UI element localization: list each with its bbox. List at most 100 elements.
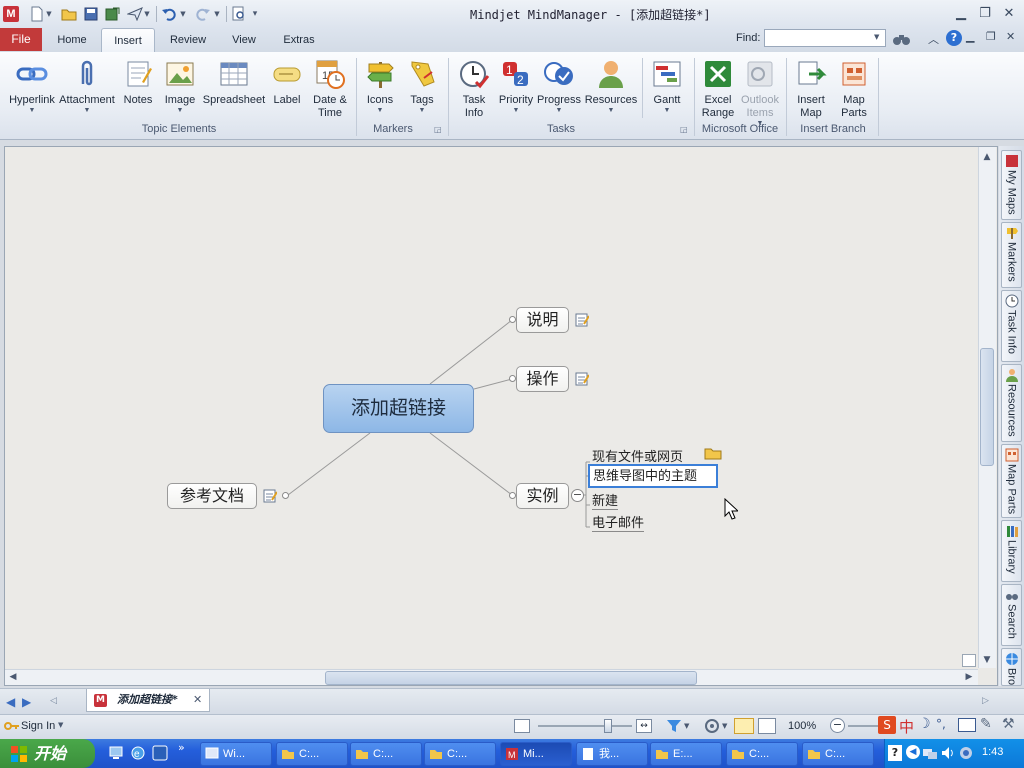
topic-caozuo[interactable]: 操作 bbox=[516, 366, 569, 392]
topic-shili[interactable]: 实例 bbox=[516, 483, 569, 509]
next-doc-arrow-icon[interactable]: ▶ bbox=[22, 695, 31, 709]
save-icon[interactable] bbox=[82, 5, 100, 23]
subtopic-new[interactable]: 新建 bbox=[592, 490, 619, 510]
excel-range-button[interactable]: Excel Range bbox=[698, 56, 738, 126]
zoom-bar[interactable] bbox=[848, 725, 878, 727]
gantt-button[interactable]: Gantt ▼ bbox=[646, 56, 688, 126]
taskbar-button-2[interactable]: C:... bbox=[276, 742, 348, 766]
zoom-slider-handle[interactable] bbox=[604, 719, 612, 733]
ime-keyboard-icon[interactable] bbox=[958, 718, 976, 732]
quicklaunch-computer-icon[interactable] bbox=[108, 745, 124, 761]
zoom-track[interactable] bbox=[538, 725, 632, 727]
filter-icon[interactable] bbox=[666, 718, 682, 734]
scroll-up-arrow-icon[interactable]: ▲ bbox=[980, 150, 994, 164]
zoom-out-button[interactable]: − bbox=[830, 718, 845, 733]
topic-cankao-wendang[interactable]: 参考文档 bbox=[167, 483, 257, 509]
quicklaunch-app-icon[interactable] bbox=[152, 745, 168, 761]
ime-settings-icon[interactable]: ⚒ bbox=[1002, 716, 1015, 732]
taskbar-button-6[interactable]: 我... bbox=[576, 742, 648, 766]
prev-doc-arrow-icon[interactable]: ◀ bbox=[6, 695, 15, 709]
binoculars-icon[interactable] bbox=[892, 31, 912, 47]
outline-view-icon[interactable] bbox=[758, 718, 776, 734]
ime-punctuation-icon[interactable]: °, bbox=[936, 717, 946, 731]
tags-button[interactable]: Tags ▼ bbox=[402, 56, 442, 126]
progress-button[interactable]: Progress ▼ bbox=[536, 56, 582, 126]
open-folder-icon[interactable] bbox=[60, 5, 78, 23]
map-parts-button[interactable]: Map Parts bbox=[834, 56, 874, 126]
side-tab-search[interactable]: Search bbox=[1001, 584, 1022, 646]
subtopic-topic-in-mindmap-selected[interactable]: 思维导图中的主题 bbox=[588, 464, 718, 488]
send-dropdown-icon[interactable]: ▼ bbox=[142, 5, 152, 23]
tab-insert[interactable]: Insert bbox=[101, 28, 155, 52]
map-canvas[interactable] bbox=[5, 147, 977, 668]
collapse-branch-icon[interactable]: − bbox=[571, 489, 584, 502]
quicklaunch-ie-icon[interactable]: e bbox=[130, 745, 146, 761]
tab-file[interactable]: File bbox=[0, 28, 42, 51]
find-input[interactable] bbox=[764, 29, 886, 47]
tray-volume-icon[interactable] bbox=[940, 745, 956, 761]
fit-width-icon[interactable]: ↔ bbox=[636, 719, 652, 733]
task-info-button[interactable]: Task Info bbox=[452, 56, 496, 126]
undo-icon[interactable] bbox=[160, 5, 178, 23]
attachment-button[interactable]: Attachment ▼ bbox=[58, 56, 116, 126]
tab-extras[interactable]: Extras bbox=[274, 28, 324, 52]
tab-view[interactable]: View bbox=[222, 28, 266, 52]
vertical-scroll-thumb[interactable] bbox=[980, 348, 994, 466]
ime-chinese-mode[interactable]: 中 bbox=[899, 716, 914, 737]
layout-gear-icon[interactable] bbox=[704, 718, 720, 734]
filter-dropdown-icon[interactable]: ▼ bbox=[684, 722, 689, 730]
doc-restore-button[interactable]: ❐ bbox=[986, 30, 996, 43]
ime-tools-icon[interactable]: ✎ bbox=[980, 716, 992, 732]
sign-in-dropdown-icon[interactable]: ▼ bbox=[58, 721, 63, 729]
sogou-ime-icon[interactable]: S bbox=[878, 716, 896, 734]
image-button[interactable]: Image ▼ bbox=[160, 56, 200, 126]
topic-shuoming[interactable]: 说明 bbox=[516, 307, 569, 333]
scroll-tabs-left-icon[interactable]: ◁ bbox=[50, 696, 57, 706]
doc-minimize-button[interactable]: ▁ bbox=[966, 30, 974, 43]
tab-review[interactable]: Review bbox=[162, 28, 214, 52]
outlook-items-button[interactable]: Outlook Items ▼ bbox=[738, 56, 782, 127]
map-overview-icon[interactable] bbox=[962, 654, 976, 667]
help-icon[interactable]: ? bbox=[946, 30, 962, 46]
redo-dropdown-icon[interactable]: ▼ bbox=[212, 5, 222, 23]
dialog-launcher-icon[interactable]: ◲ bbox=[680, 125, 688, 134]
doc-close-button[interactable]: ✕ bbox=[1006, 30, 1015, 43]
spreadsheet-button[interactable]: Spreadsheet bbox=[202, 56, 266, 126]
tray-arrow-icon[interactable]: ◀ bbox=[906, 745, 920, 759]
taskbar-button-9[interactable]: C:... bbox=[802, 742, 874, 766]
side-tab-library[interactable]: Library bbox=[1001, 520, 1022, 582]
side-tab-my-maps[interactable]: My Maps bbox=[1001, 150, 1022, 220]
side-tab-resources[interactable]: Resources bbox=[1001, 364, 1022, 442]
notes-button[interactable]: Notes bbox=[118, 56, 158, 126]
scroll-tabs-right-icon[interactable]: ▷ bbox=[982, 696, 989, 706]
side-tab-map-parts[interactable]: Map Parts bbox=[1001, 444, 1022, 518]
taskbar-button-8[interactable]: C:... bbox=[726, 742, 798, 766]
new-dropdown-icon[interactable]: ▼ bbox=[44, 5, 54, 23]
taskbar-button-1[interactable]: Wi... bbox=[200, 742, 272, 766]
app-logo-icon[interactable]: M bbox=[3, 6, 19, 22]
horizontal-scroll-thumb[interactable] bbox=[325, 671, 697, 685]
subtopic-existing-file-or-webpage[interactable]: 现有文件或网页 bbox=[592, 446, 684, 466]
taskbar-button-mindmanager[interactable]: M Mi... bbox=[500, 742, 572, 766]
priority-button[interactable]: 12 Priority ▼ bbox=[496, 56, 536, 126]
close-doc-tab-icon[interactable]: ✕ bbox=[193, 693, 202, 706]
tray-app-icon[interactable] bbox=[958, 745, 974, 761]
icons-button[interactable]: Icons ▼ bbox=[360, 56, 400, 126]
side-tab-task-info[interactable]: Task Info bbox=[1001, 290, 1022, 362]
subtopic-email[interactable]: 电子邮件 bbox=[592, 512, 645, 532]
undo-dropdown-icon[interactable]: ▼ bbox=[178, 5, 188, 23]
resources-button[interactable]: Resources ▼ bbox=[584, 56, 638, 126]
insert-map-button[interactable]: Insert Map bbox=[790, 56, 832, 126]
close-button[interactable]: ✕ bbox=[998, 5, 1020, 23]
ime-moon-icon[interactable]: ☽ bbox=[918, 716, 931, 732]
taskbar-button-3[interactable]: C:... bbox=[350, 742, 422, 766]
sign-in-link[interactable]: Sign In bbox=[21, 720, 55, 732]
side-tab-markers[interactable]: Markers bbox=[1001, 222, 1022, 288]
save-all-icon[interactable] bbox=[104, 5, 122, 23]
scroll-left-arrow-icon[interactable]: ◀ bbox=[6, 670, 20, 684]
side-tab-browser[interactable]: Browser bbox=[1001, 648, 1022, 686]
redo-icon[interactable] bbox=[194, 5, 212, 23]
layout-dropdown-icon[interactable]: ▼ bbox=[722, 722, 727, 730]
dialog-launcher-icon[interactable]: ◲ bbox=[434, 125, 442, 134]
collapse-ribbon-icon[interactable]: ︿ bbox=[928, 31, 939, 47]
